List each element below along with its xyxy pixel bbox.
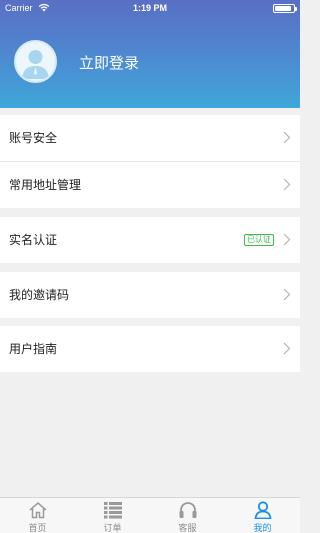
order-list-icon <box>103 502 122 519</box>
chevron-right-icon <box>283 288 291 301</box>
profile-header: Carrier 1:19 PM 立即登录 <box>0 0 300 108</box>
menu-item-real-name-verification[interactable]: 实名认证 已认证 <box>0 217 300 263</box>
menu-item-label: 常用地址管理 <box>9 178 82 192</box>
headset-icon <box>179 502 196 518</box>
clock-time: 1:19 PM <box>132 3 167 13</box>
account-settings-group: 账号安全 常用地址管理 <box>0 115 300 208</box>
invite-code-group: 我的邀请码 <box>0 272 300 318</box>
user-guide-group: 用户指南 <box>0 326 300 372</box>
home-icon <box>29 502 46 519</box>
chevron-right-icon <box>283 131 291 144</box>
menu-item-account-security[interactable]: 账号安全 <box>0 115 300 161</box>
menu-item-invite-code[interactable]: 我的邀请码 <box>0 272 300 318</box>
tab-label: 我的 <box>253 524 272 533</box>
tab-label: 首页 <box>28 524 47 533</box>
menu-item-label: 用户指南 <box>9 342 58 356</box>
tab-mine[interactable]: 我的 <box>225 498 300 533</box>
verification-group: 实名认证 已认证 <box>0 217 300 263</box>
verified-badge: 已认证 <box>244 234 274 246</box>
person-icon <box>254 501 271 519</box>
chevron-right-icon <box>283 178 291 191</box>
menu-item-address-management[interactable]: 常用地址管理 <box>0 162 300 208</box>
menu-item-label: 实名认证 <box>9 233 58 247</box>
status-bar: Carrier 1:19 PM <box>0 0 300 16</box>
tab-customer-service[interactable]: 客服 <box>150 498 225 533</box>
menu-item-label: 我的邀请码 <box>9 288 70 302</box>
tab-home[interactable]: 首页 <box>0 498 75 533</box>
menu-item-label: 账号安全 <box>9 131 58 145</box>
login-link[interactable]: 立即登录 <box>79 52 139 73</box>
battery-icon <box>273 4 297 13</box>
user-avatar-icon[interactable] <box>14 40 57 83</box>
chevron-right-icon <box>283 342 291 355</box>
tab-label: 订单 <box>103 524 122 533</box>
chevron-right-icon <box>283 233 291 246</box>
tab-label: 客服 <box>178 524 197 533</box>
menu-item-user-guide[interactable]: 用户指南 <box>0 326 300 372</box>
tab-orders[interactable]: 订单 <box>75 498 150 533</box>
bottom-tab-bar: 首页 订单 客服 我的 <box>0 497 300 533</box>
